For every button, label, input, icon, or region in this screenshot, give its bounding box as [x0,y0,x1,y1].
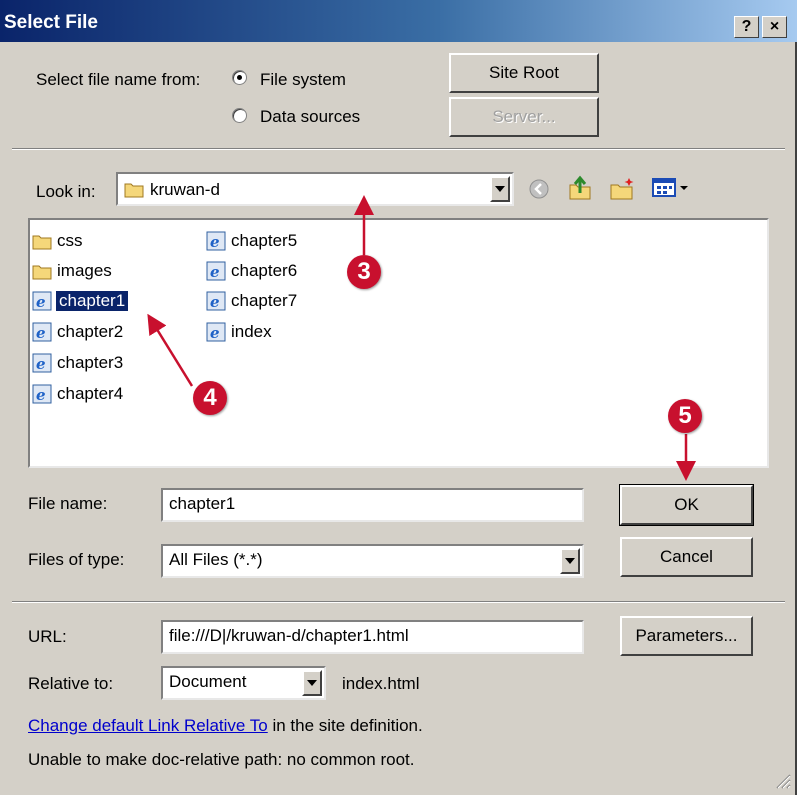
list-item[interactable]: e chapter6 [206,258,298,283]
folder-icon [32,231,52,251]
view-menu-icon[interactable] [652,177,692,199]
annotation-marker: 3 [347,255,381,289]
relative-to-dropdown-arrow[interactable] [302,670,322,696]
relative-to-label: Relative to: [28,674,114,693]
change-default-link[interactable]: Change default Link Relative To [28,716,268,735]
new-folder-icon[interactable] [610,176,636,200]
list-item[interactable]: e chapter7 [206,288,298,313]
look-in-label: Look in: [36,182,96,201]
radio-file-system-label[interactable]: File system [260,70,346,90]
footer-link-suffix: in the site definition. [267,716,423,735]
html-file-icon: e [32,322,52,342]
file-type-dropdown-arrow[interactable] [560,548,580,574]
html-file-icon: e [32,384,52,404]
svg-text:e: e [210,293,220,311]
file-type-select[interactable]: All Files (*.*) [161,544,584,578]
radio-file-system[interactable] [232,70,247,85]
file-name: chapter2 [57,321,124,341]
file-name: chapter5 [231,230,298,250]
look-in-combo[interactable]: kruwan-d [116,172,514,206]
file-name: images [57,260,112,280]
file-name: chapter1 [56,290,129,311]
relative-to-select[interactable]: Document [161,666,326,700]
html-file-icon: e [206,291,226,311]
list-item[interactable]: e chapter2 [32,319,124,344]
list-item[interactable]: images [32,258,113,283]
svg-text:e: e [36,386,46,404]
svg-text:e: e [210,324,220,342]
close-button[interactable]: × [762,16,787,38]
file-name: css [57,230,83,250]
ok-button[interactable]: OK [619,484,754,526]
file-name: chapter4 [57,383,124,403]
url-label: URL: [28,627,67,646]
svg-text:e: e [36,324,46,342]
folder-icon [124,180,144,198]
html-file-icon: e [206,322,226,342]
look-in-dropdown-arrow[interactable] [490,176,510,202]
file-name: chapter6 [231,260,298,280]
file-name: index [231,321,272,341]
html-file-icon: e [206,261,226,281]
svg-text:e: e [210,233,220,251]
file-type-label: Files of type: [28,550,125,569]
relative-to-value: Document [169,672,247,691]
radio-data-sources-label[interactable]: Data sources [260,107,360,127]
html-file-icon: e [32,353,52,373]
resize-grip-icon[interactable] [773,771,791,789]
select-file-dialog: Select File ? × Select file name from: F… [0,0,797,795]
file-name-label: File name: [28,494,108,513]
annotation-marker: 4 [193,381,227,415]
site-root-button[interactable]: Site Root [449,53,599,93]
separator [12,601,785,603]
title-bar[interactable]: Select File ? × [0,0,797,42]
file-name: chapter3 [57,352,124,372]
html-file-icon: e [206,231,226,251]
help-button[interactable]: ? [734,16,759,38]
list-item[interactable]: e index [206,319,273,344]
back-icon[interactable] [528,178,550,200]
svg-text:e: e [36,355,46,373]
list-item-selected[interactable]: e chapter1 [32,288,129,313]
radio-selected-dot [237,75,242,80]
html-file-icon: e [32,291,52,311]
file-name: chapter7 [231,290,298,310]
footer-link-line: Change default Link Relative To in the s… [28,716,423,736]
window-title: Select File [4,12,98,33]
annotation-marker: 5 [668,399,702,433]
separator [12,148,785,150]
svg-text:e: e [36,293,46,311]
list-item[interactable]: css [32,228,84,253]
source-label: Select file name from: [36,70,201,89]
url-input[interactable]: file:///D|/kruwan-d/chapter1.html [161,620,584,654]
list-item[interactable]: e chapter4 [32,381,124,406]
list-item[interactable]: e chapter5 [206,228,298,253]
cancel-button[interactable]: Cancel [620,537,753,577]
file-type-value: All Files (*.*) [169,550,263,569]
up-folder-icon[interactable] [568,175,592,201]
parameters-button[interactable]: Parameters... [620,616,753,656]
relative-target: index.html [342,674,420,693]
look-in-value: kruwan-d [150,180,220,199]
folder-icon [32,261,52,281]
svg-text:e: e [210,263,220,281]
footer-note: Unable to make doc-relative path: no com… [28,750,415,769]
list-item[interactable]: e chapter3 [32,350,124,375]
file-list[interactable]: css images e chapter1 e chapter2 e chapt… [28,218,769,468]
file-name-input[interactable]: chapter1 [161,488,584,522]
server-button[interactable]: Server... [449,97,599,137]
radio-data-sources[interactable] [232,108,247,123]
